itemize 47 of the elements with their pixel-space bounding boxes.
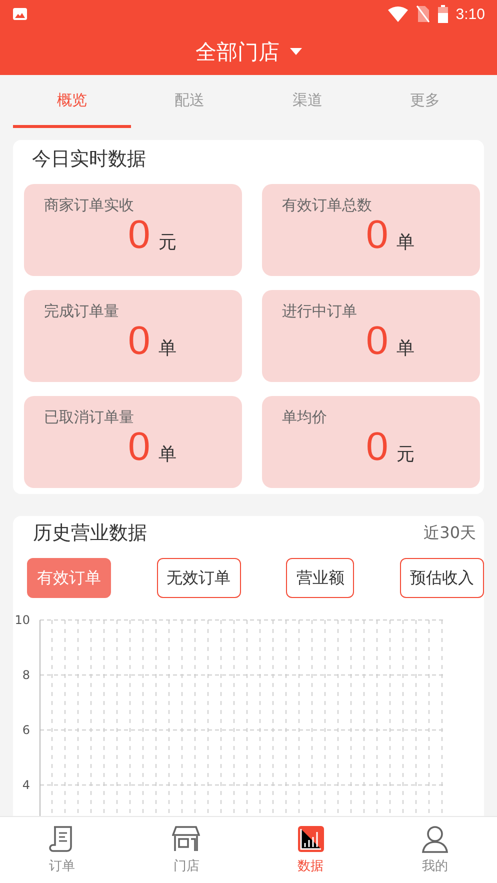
filter-button[interactable]: 预估收入: [400, 558, 484, 598]
section-title: 今日实时数据: [31, 147, 147, 172]
stat-label: 已取消订单量: [44, 408, 134, 427]
wifi-icon: [388, 6, 408, 22]
tab[interactable]: 概览: [13, 75, 131, 128]
status-time: 3:10: [456, 6, 485, 22]
stat-label: 单均价: [282, 408, 327, 427]
caret-icon: [290, 48, 302, 56]
stat-value: 0: [128, 427, 150, 467]
tab[interactable]: 渠道: [248, 75, 366, 128]
stat-unit: 单: [396, 231, 414, 254]
stat-unit: 元: [158, 231, 176, 254]
stat-unit: 单: [158, 443, 176, 466]
stat-unit: 单: [396, 337, 414, 360]
tab[interactable]: 更多: [366, 75, 484, 128]
stat-value: 0: [128, 215, 150, 255]
stat-label: 进行中订单: [282, 302, 357, 321]
stat-unit: 元: [396, 443, 414, 466]
y-tick-label: 10: [14, 613, 30, 627]
stat-value: 0: [128, 321, 150, 361]
filter-button[interactable]: 无效订单: [156, 558, 241, 598]
stat-label: 商家订单实收: [44, 196, 134, 215]
filter-button[interactable]: 有效订单: [27, 558, 111, 598]
nav-item[interactable]: 订单: [0, 817, 124, 883]
battery-icon: [438, 5, 448, 23]
user-icon: [420, 825, 449, 853]
image-icon: [12, 6, 28, 22]
filter-button[interactable]: 营业额: [286, 558, 354, 598]
shop-icon: [172, 825, 200, 853]
y-tick-label: 4: [22, 778, 30, 792]
store-selector[interactable]: 全部门店: [196, 38, 302, 66]
date-range: 近30天: [424, 522, 476, 544]
section-title: 历史营业数据: [33, 521, 147, 546]
stat-label: 有效订单总数: [282, 196, 372, 215]
stat-label: 完成订单量: [44, 302, 119, 321]
nav-item[interactable]: 我的: [372, 817, 497, 883]
stat-value: 0: [366, 215, 388, 255]
no-sim-icon: [416, 5, 430, 23]
stat-unit: 单: [158, 337, 176, 360]
nav-item[interactable]: 数据: [248, 817, 373, 883]
nav-item[interactable]: 门店: [124, 817, 248, 883]
stat-value: 0: [366, 427, 388, 467]
y-tick-label: 8: [22, 668, 30, 682]
y-tick-label: 6: [22, 723, 30, 737]
tab[interactable]: 配送: [130, 75, 248, 128]
bar-chart-icon: [296, 825, 325, 853]
stat-value: 0: [366, 321, 388, 361]
